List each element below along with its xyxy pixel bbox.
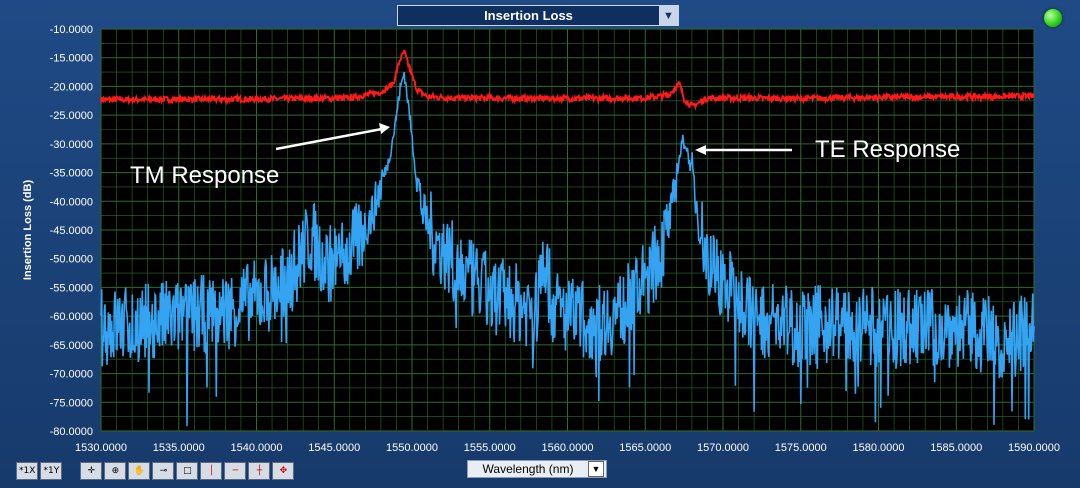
zoom-tool-icon[interactable]: ⊕ xyxy=(104,462,127,480)
x-tick-label: 1550.0000 xyxy=(386,442,438,454)
y-tick-label: -80.0000 xyxy=(50,426,93,438)
graph-toolbar: *1X *1Y ✛ ⊕ ✋ ⊸ □ │ ─ ┼ ✥ xyxy=(16,462,295,482)
tm-response-label: TM Response xyxy=(130,162,279,189)
x-tick-label: 1540.0000 xyxy=(231,442,283,454)
vline-tool-icon[interactable]: │ xyxy=(200,462,223,480)
y-tick-label: -60.0000 xyxy=(50,311,93,323)
insertion-loss-chart[interactable]: 1530.0000 1535.0000 1540.0000 1545.0000 1550… xyxy=(0,0,1080,488)
y-tick-label: -40.0000 xyxy=(50,196,93,208)
rect-tool-icon[interactable]: □ xyxy=(176,462,199,480)
x-axis-unit-dropdown[interactable]: Wavelength (nm) ▼ xyxy=(467,460,607,478)
y-tick-label: -55.0000 xyxy=(50,282,93,294)
y-tick-label: -15.0000 xyxy=(50,53,93,65)
x-tick-label: 1585.0000 xyxy=(930,442,982,454)
y-tick-label: -65.0000 xyxy=(50,340,93,352)
hline-tool-icon[interactable]: ─ xyxy=(224,462,247,480)
grid-lines xyxy=(100,28,1035,432)
cursor-tool-icon[interactable]: ✛ xyxy=(80,462,103,480)
autoscale-x-button[interactable]: *1X xyxy=(16,462,39,480)
x-tick-label: 1530.0000 xyxy=(75,442,127,454)
chevron-down-icon[interactable]: ▼ xyxy=(588,461,604,477)
autoscale-y-button[interactable]: *1Y xyxy=(40,462,63,480)
y-tick-label: -50.0000 xyxy=(50,254,93,266)
y-tick-label: -10.0000 xyxy=(50,24,93,36)
probe-tool-icon[interactable]: ⊸ xyxy=(152,462,175,480)
x-tick-label: 1545.0000 xyxy=(308,442,360,454)
cross-tool-icon[interactable]: ┼ xyxy=(248,462,271,480)
x-tick-label: 1555.0000 xyxy=(464,442,516,454)
y-tick-label: -35.0000 xyxy=(50,168,93,180)
x-tick-label: 1535.0000 xyxy=(153,442,205,454)
te-response-label: TE Response xyxy=(815,136,960,163)
move-tool-icon[interactable]: ✥ xyxy=(272,462,295,480)
x-tick-label: 1590.0000 xyxy=(1008,442,1060,454)
x-tick-label: 1570.0000 xyxy=(697,442,749,454)
y-tick-label: -75.0000 xyxy=(50,397,93,409)
x-tick-label: 1560.0000 xyxy=(542,442,594,454)
x-tick-label: 1575.0000 xyxy=(775,442,827,454)
x-tick-label: 1565.0000 xyxy=(619,442,671,454)
y-tick-label: -45.0000 xyxy=(50,225,93,237)
y-tick-label: -20.0000 xyxy=(50,81,93,93)
y-tick-label: -25.0000 xyxy=(50,110,93,122)
y-tick-label: -70.0000 xyxy=(50,369,93,381)
pan-tool-icon[interactable]: ✋ xyxy=(128,462,151,480)
x-tick-label: 1580.0000 xyxy=(853,442,905,454)
x-axis-label: Wavelength (nm) xyxy=(482,462,574,476)
y-tick-label: -30.0000 xyxy=(50,139,93,151)
